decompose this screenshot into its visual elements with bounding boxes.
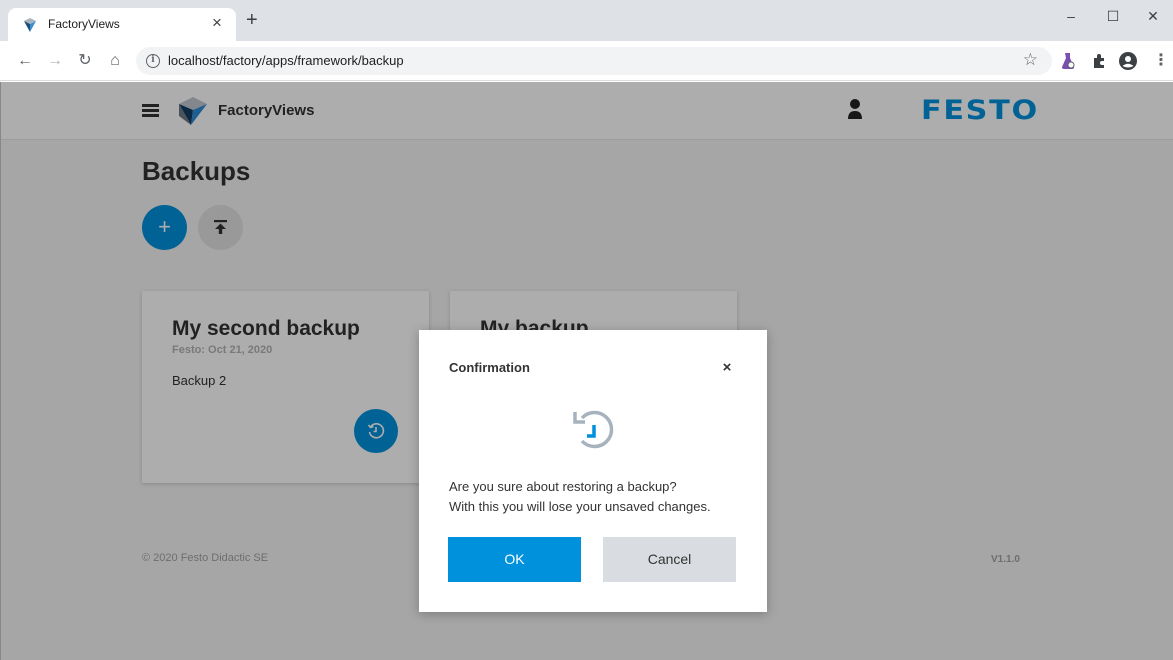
cancel-button[interactable]: Cancel: [603, 537, 736, 582]
dialog-message-line: Are you sure about restoring a backup?: [449, 479, 677, 494]
dialog-title: Confirmation: [449, 360, 530, 375]
close-icon[interactable]: ×: [717, 358, 737, 378]
factoryviews-favicon-icon: [24, 18, 36, 32]
forward-arrow-icon[interactable]: →: [44, 50, 66, 72]
reload-icon[interactable]: ↻: [74, 50, 96, 72]
home-icon[interactable]: ⌂: [104, 50, 126, 72]
dialog-message-line: With this you will lose your unsaved cha…: [449, 499, 711, 514]
url-text: localhost/factory/apps/framework/backup: [168, 53, 404, 68]
profile-avatar-icon[interactable]: [1119, 52, 1137, 70]
extensions-puzzle-icon[interactable]: [1091, 53, 1107, 69]
browser-tab[interactable]: FactoryViews ×: [8, 8, 236, 41]
maximize-button[interactable]: ☐: [1095, 8, 1131, 25]
bookmark-star-icon[interactable]: ☆: [1023, 50, 1038, 70]
dialog-message: Are you sure about restoring a backup? W…: [449, 477, 711, 517]
tab-close-icon[interactable]: ×: [208, 13, 226, 33]
new-tab-button[interactable]: +: [246, 10, 258, 30]
browser-menu-icon[interactable]: ⋮: [1150, 50, 1172, 72]
tab-title: FactoryViews: [48, 17, 120, 31]
address-bar[interactable]: i localhost/factory/apps/framework/backu…: [136, 47, 1052, 75]
minimize-button[interactable]: –: [1053, 8, 1089, 24]
site-info-icon[interactable]: i: [146, 54, 160, 68]
flask-extension-icon[interactable]: [1061, 52, 1075, 70]
history-icon: [573, 410, 614, 449]
browser-toolbar: ← → ↻ ⌂ i localhost/factory/apps/framewo…: [0, 41, 1173, 81]
ok-button[interactable]: OK: [448, 537, 581, 582]
confirmation-dialog: Confirmation × Are you sure about restor…: [419, 330, 767, 612]
back-arrow-icon[interactable]: ←: [14, 50, 36, 72]
browser-tabbar: FactoryViews × + – ☐ ✕: [0, 0, 1173, 41]
window-close-button[interactable]: ✕: [1135, 8, 1171, 25]
